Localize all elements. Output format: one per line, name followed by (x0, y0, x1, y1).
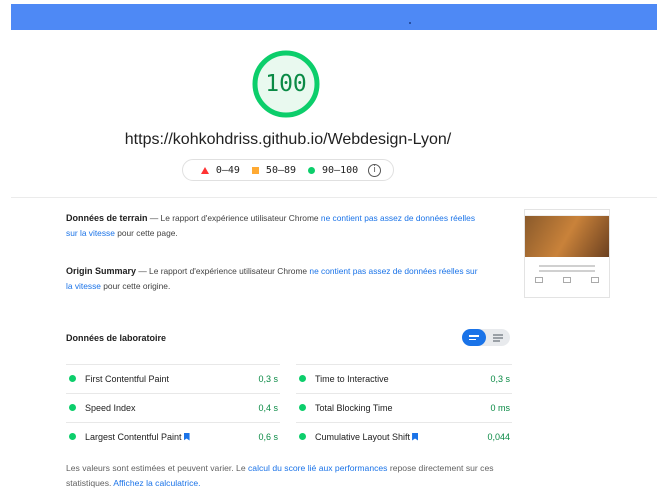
metric-row: Time to Interactive 0,3 s (296, 364, 512, 392)
top-bar (11, 4, 657, 30)
legend-average: 50–89 (251, 165, 296, 176)
metric-row: Cumulative Layout Shift 0,044 (296, 422, 512, 450)
section-divider (11, 197, 657, 198)
score-legend: 0–49 50–89 90–100 i (182, 159, 394, 181)
field-data-section: Données de terrain — Le rapport d'expéri… (66, 213, 476, 238)
square-icon (251, 166, 259, 174)
top-bar-dot (409, 22, 411, 24)
page-screenshot-thumbnail (524, 209, 610, 298)
origin-summary-title: Origin Summary (66, 266, 137, 276)
circle-icon (308, 166, 316, 174)
lab-data-title: Données de laboratoire (66, 333, 167, 343)
legend-fail: 0–49 (200, 165, 240, 176)
metric-row: Largest Contentful Paint 0,6 s (66, 422, 280, 450)
metric-row: Speed Index 0,4 s (66, 393, 280, 421)
triangle-icon (200, 166, 209, 174)
view-toggle[interactable] (462, 329, 510, 346)
metric-row: First Contentful Paint 0,3 s (66, 364, 280, 392)
pass-circle-icon (299, 433, 306, 440)
origin-summary-section: Origin Summary — Le rapport d'expérience… (66, 266, 478, 291)
bookmark-icon[interactable] (412, 432, 419, 441)
list-view-button[interactable] (462, 329, 486, 346)
pass-circle-icon (299, 404, 306, 411)
score-calculation-link[interactable]: calcul du score lié aux performances (248, 463, 387, 473)
bookmark-icon[interactable] (183, 432, 190, 441)
footer-note: Les valeurs sont estimées et peuvent var… (66, 463, 494, 488)
pass-circle-icon (299, 375, 306, 382)
pass-circle-icon (69, 375, 76, 382)
pass-circle-icon (69, 404, 76, 411)
calculator-link[interactable]: Affichez la calculatrice. (113, 478, 200, 488)
score-value: 100 (265, 71, 307, 97)
legend-pass: 90–100 (308, 165, 358, 176)
pass-circle-icon (69, 433, 76, 440)
info-icon[interactable]: i (368, 163, 382, 177)
field-data-title: Données de terrain (66, 213, 148, 223)
tested-url: https://kohkohdriss.github.io/Webdesign-… (124, 131, 452, 148)
metric-row: Total Blocking Time 0 ms (296, 393, 512, 421)
